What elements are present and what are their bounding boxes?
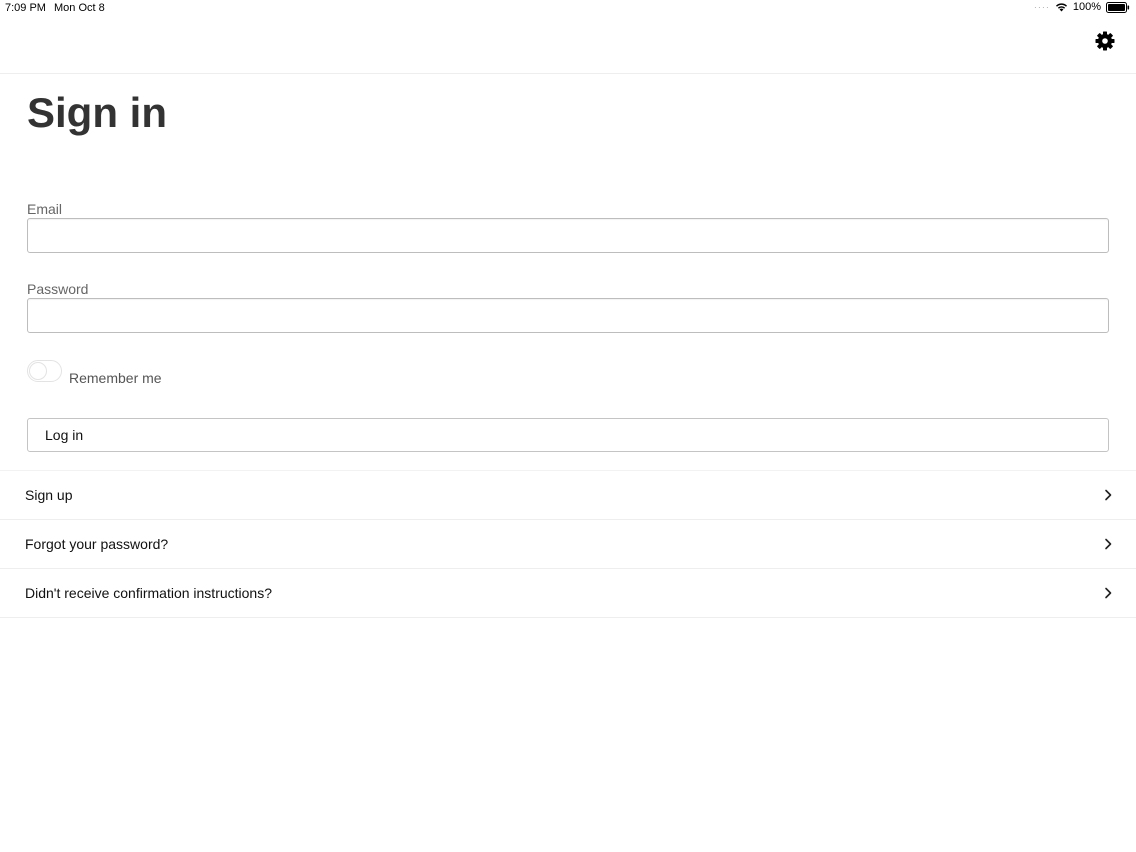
navigation-bar bbox=[0, 16, 1136, 74]
email-field[interactable] bbox=[27, 218, 1109, 253]
email-label: Email bbox=[27, 201, 63, 217]
password-field[interactable] bbox=[27, 298, 1109, 333]
sign-up-link[interactable]: Sign up bbox=[0, 471, 1136, 520]
forgot-password-link[interactable]: Forgot your password? bbox=[0, 520, 1136, 569]
link-list: Sign up Forgot your password? Didn't rec… bbox=[0, 470, 1136, 618]
chevron-right-icon bbox=[1105, 489, 1112, 501]
gear-icon bbox=[1095, 31, 1115, 51]
status-indicators: ···· 100% bbox=[1034, 1, 1130, 13]
status-bar: 7:09 PM Mon Oct 8 ···· 100% bbox=[0, 0, 1136, 16]
chevron-right-icon bbox=[1105, 587, 1112, 599]
battery-icon bbox=[1106, 1, 1130, 13]
page-title: Sign in bbox=[27, 89, 167, 136]
wifi-icon bbox=[1055, 2, 1068, 12]
status-time: 7:09 PM bbox=[5, 2, 46, 14]
signal-icon: ···· bbox=[1033, 2, 1050, 12]
status-date: Mon Oct 8 bbox=[54, 2, 105, 14]
chevron-right-icon bbox=[1105, 538, 1112, 550]
link-label: Sign up bbox=[25, 487, 73, 503]
login-button[interactable]: Log in bbox=[27, 418, 1109, 452]
remember-me-toggle[interactable] bbox=[27, 360, 62, 382]
remember-me-label: Remember me bbox=[69, 370, 162, 386]
settings-button[interactable] bbox=[1095, 31, 1115, 51]
link-label: Didn't receive confirmation instructions… bbox=[25, 585, 273, 601]
battery-percent: 100% bbox=[1072, 1, 1101, 13]
link-label: Forgot your password? bbox=[25, 536, 169, 552]
confirmation-instructions-link[interactable]: Didn't receive confirmation instructions… bbox=[0, 569, 1136, 618]
toggle-knob bbox=[29, 362, 47, 380]
password-label: Password bbox=[27, 281, 89, 297]
